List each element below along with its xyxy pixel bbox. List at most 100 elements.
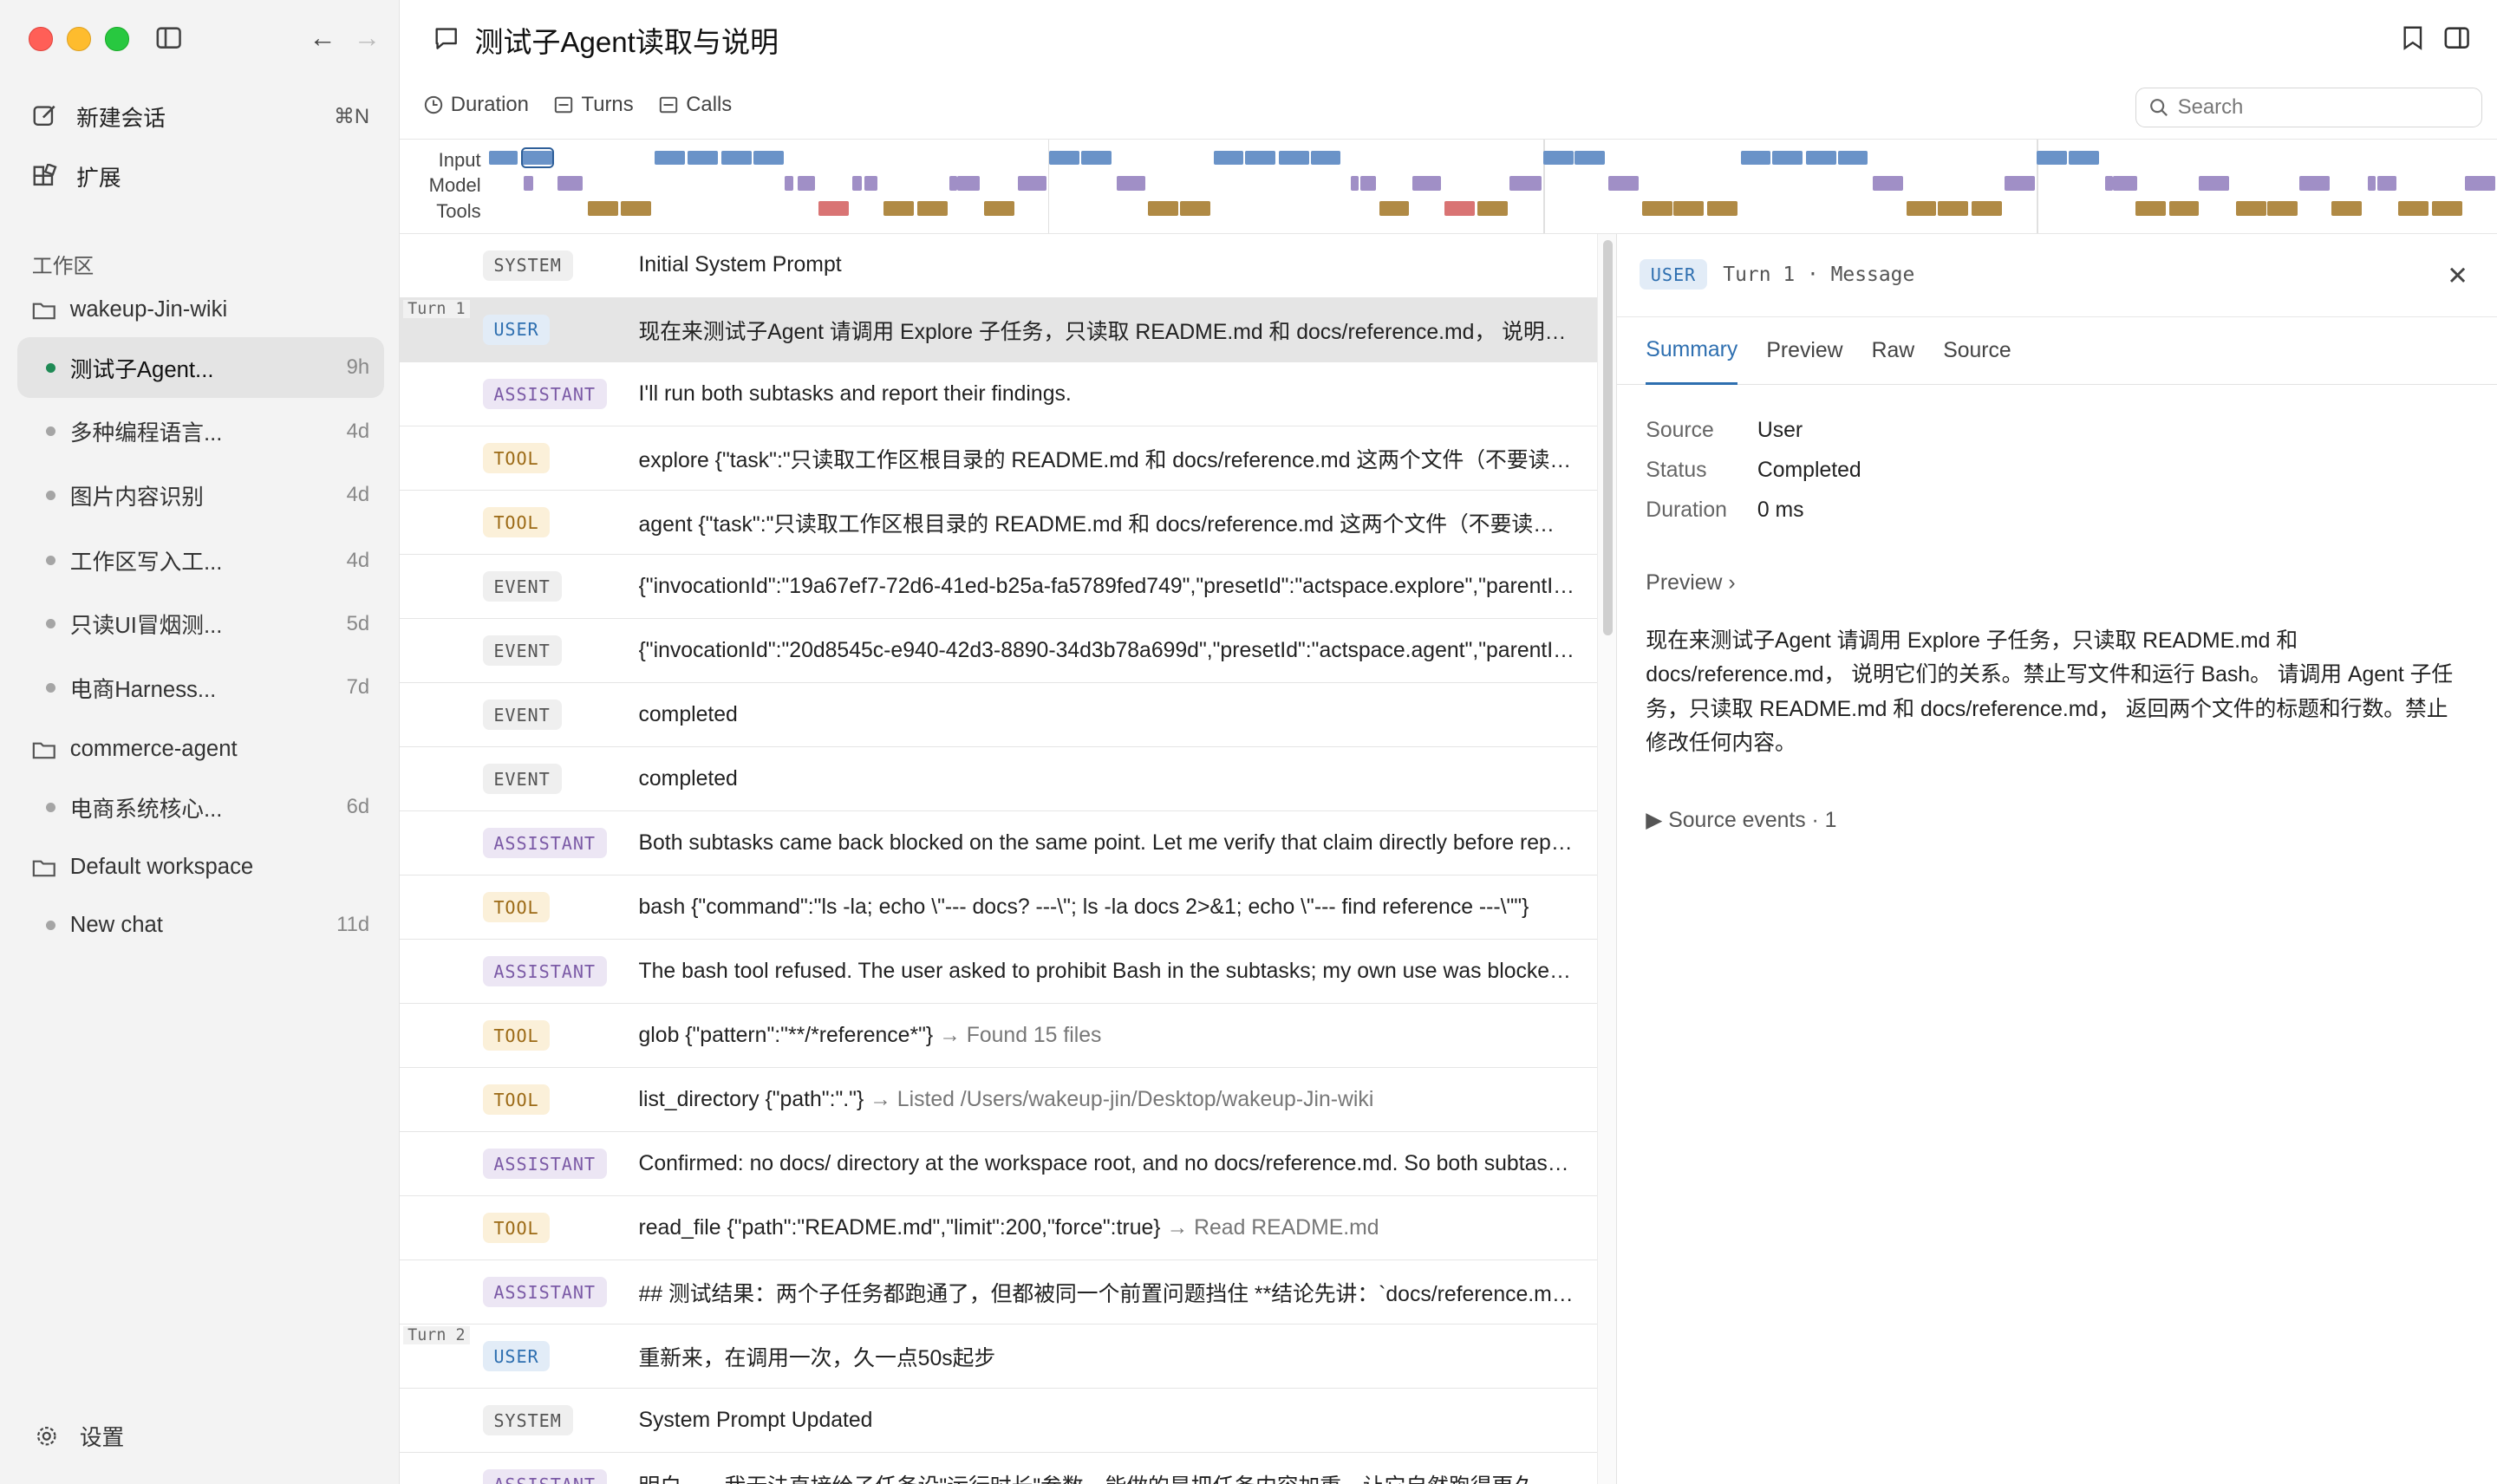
timeline-input-segment[interactable] [2037,150,2068,166]
timeline-input-segment[interactable] [1740,150,1771,166]
timeline-model-segment[interactable] [2113,176,2137,191]
timeline-tools-segment[interactable] [2235,201,2266,216]
event-row[interactable]: SYSTEM Initial System Prompt [400,234,1598,298]
event-row[interactable]: TOOL bash {"command":"ls -la; echo \"--- … [400,875,1598,941]
timeline-model-segment[interactable] [1872,176,1903,191]
timeline-tools-segment[interactable] [1971,201,2002,216]
timeline-model-segment[interactable] [2465,176,2496,191]
timeline-model-segment[interactable] [557,176,584,191]
timeline-tools-segment[interactable] [621,201,652,216]
timeline-input-segment[interactable] [721,150,752,166]
event-row[interactable]: ASSISTANT Both subtasks came back blocked… [400,811,1598,876]
source-events-toggle[interactable]: ▶ Source events · 1 [1646,807,1836,833]
timeline-model-segment[interactable] [1412,176,1442,191]
timeline-tools-segment[interactable] [2168,201,2200,216]
event-row[interactable]: TOOL glob {"pattern":"**/*reference*"} → … [400,1004,1598,1069]
preview-link[interactable]: Preview › [1646,571,1735,596]
timeline-model-segment[interactable] [1608,176,1639,191]
event-row[interactable]: EVENT completed [400,683,1598,748]
timeline-tools-segment[interactable] [883,201,915,216]
timeline-model-segment[interactable] [864,176,877,191]
event-row[interactable]: EVENT {"invocationId":"20d8545c-e940-42d3… [400,619,1598,684]
tab-raw[interactable]: Raw [1872,317,1915,384]
zoom-window-button[interactable] [105,27,129,51]
tab-source[interactable]: Source [1943,317,2011,384]
workspace-default[interactable]: Default workspace [32,855,253,880]
tab-duration[interactable]: Duration [424,93,529,117]
event-row[interactable]: Turn 1 USER 现在来测试子Agent 请调用 Explore 子任务，只读… [400,298,1598,363]
chat-item[interactable]: 电商Harness... 7d [17,658,383,719]
timeline-model-segment[interactable] [2005,176,2036,191]
chat-item[interactable]: New chat 11d [17,895,383,955]
timeline-model-segment[interactable] [1509,176,1542,191]
timeline-input-segment[interactable] [654,150,685,166]
event-row[interactable]: TOOL read_file {"path":"README.md","limit… [400,1196,1598,1261]
event-row[interactable]: TOOL list_directory {"path":"."} → Listed… [400,1068,1598,1133]
timeline-input-segment[interactable] [1049,150,1080,166]
timeline-tools-segment[interactable] [1379,201,1410,216]
event-row[interactable]: Turn 2 USER 重新来，在调用一次，久一点50s起步 [400,1325,1598,1390]
timeline-input-segment[interactable] [1213,150,1244,166]
chat-item[interactable]: 只读UI冒烟测... 5d [17,594,383,654]
timeline-model-segment[interactable] [2105,176,2114,191]
timeline-tools-segment[interactable] [1706,201,1737,216]
event-row[interactable]: ASSISTANT 明白——我无法直接给子任务设"运行时长"参数，能做的是把任务内… [400,1453,1597,1484]
timeline-input-segment[interactable] [1245,150,1276,166]
timeline-model-segment[interactable] [524,176,534,191]
timeline-model-segment[interactable] [949,176,957,191]
event-row[interactable]: TOOL explore {"task":"只读取工作区根目录的 README.m… [400,426,1598,491]
timeline-tools-segment[interactable] [1938,201,1969,216]
timeline-input-segment[interactable] [1081,150,1112,166]
timeline-tools-segment[interactable] [2398,201,2429,216]
chat-item-active[interactable]: 测试子Agent... 9h [17,337,384,399]
timeline-input-segment[interactable] [1542,150,1574,166]
timeline-tools-segment[interactable] [984,201,1014,216]
timeline-tools-segment[interactable] [587,201,618,216]
timeline-input-segment[interactable] [488,150,518,166]
timeline-input-segment[interactable] [1805,150,1836,166]
timeline-model-segment[interactable] [1116,176,1145,191]
event-row[interactable]: EVENT completed [400,747,1598,812]
timeline-tools-segment[interactable] [916,201,948,216]
event-row[interactable]: ASSISTANT Confirmed: no docs/ directory a… [400,1132,1598,1197]
search-input[interactable]: Search [2135,88,2483,127]
timeline-chart[interactable]: Input Model Tools [400,138,2497,234]
timeline-model-segment[interactable] [1350,176,1359,191]
back-arrow-icon[interactable]: ← [309,23,336,54]
scrollbar-thumb[interactable] [1602,240,1613,635]
workspace-wakeup-jin-wiki[interactable]: wakeup-Jin-wiki [32,297,227,322]
timeline-input-segment[interactable] [1278,150,1309,166]
timeline-model-segment[interactable] [2377,176,2397,191]
tab-preview[interactable]: Preview [1766,317,1842,384]
bookmark-icon[interactable] [2402,25,2424,51]
panel-toggle-icon[interactable] [2444,25,2470,50]
timeline-input-segment[interactable] [753,150,784,166]
timeline-tools-segment[interactable] [1641,201,1672,216]
timeline-tools_error-segment[interactable] [818,201,849,216]
event-row[interactable]: ASSISTANT I'll run both subtasks and repo… [400,362,1598,427]
timeline-input-segment[interactable] [2068,150,2099,166]
timeline-model-segment[interactable] [1017,176,1046,191]
timeline-tools_error-segment[interactable] [1444,201,1475,216]
timeline-tools-segment[interactable] [1148,201,1179,216]
timeline-tools-segment[interactable] [1477,201,1509,216]
event-list-scrollbar[interactable] [1597,233,1617,1484]
chat-item[interactable]: 多种编程语言... 4d [17,401,383,462]
timeline-model-segment[interactable] [2368,176,2376,191]
chat-item[interactable]: 工作区写入工... 4d [17,530,383,591]
timeline-tools-segment[interactable] [1179,201,1210,216]
event-row[interactable]: ASSISTANT The bash tool refused. The user… [400,940,1598,1005]
timeline-input-segment[interactable] [1772,150,1803,166]
timeline-model-segment[interactable] [956,176,980,191]
extensions-button[interactable]: 扩展 [32,158,369,196]
timeline-tools-segment[interactable] [2267,201,2298,216]
workspace-commerce-agent[interactable]: commerce-agent [32,737,238,762]
timeline-input-segment[interactable] [1310,150,1341,166]
settings-button[interactable]: 设置 [35,1420,124,1452]
close-window-button[interactable] [29,27,53,51]
timeline-model-segment[interactable] [2299,176,2331,191]
tab-summary[interactable]: Summary [1646,317,1738,385]
minimize-window-button[interactable] [67,27,91,51]
chat-item[interactable]: 电商系统核心... 6d [17,777,383,837]
sidebar-toggle-icon[interactable] [156,25,181,50]
